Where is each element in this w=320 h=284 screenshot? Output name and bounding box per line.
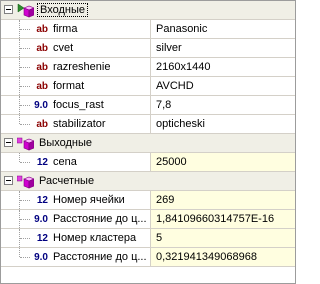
group-label: Расчетные (39, 175, 95, 187)
property-value[interactable]: Panasonic (151, 20, 295, 38)
property-row[interactable]: 12 Номер кластера 5 (1, 229, 295, 248)
property-name: Расстояние до ц... (53, 251, 147, 263)
type-str-icon: ab (36, 62, 48, 73)
property-value[interactable]: 2160x1440 (151, 58, 295, 76)
property-name: focus_rast (53, 99, 104, 111)
property-value[interactable]: AVCHD (151, 77, 295, 95)
type-int-icon: 12 (36, 195, 48, 206)
property-value[interactable]: 269 (151, 191, 295, 209)
group-label: Выходные (39, 137, 93, 149)
type-dbl-icon: 9.0 (34, 214, 48, 225)
property-name: format (53, 80, 85, 92)
property-value[interactable]: silver (151, 39, 295, 57)
property-inspector: Входные ab firma Panasonic ab cvet silver ab raz… (0, 0, 296, 284)
property-value[interactable]: 5 (151, 229, 295, 247)
tree-line (19, 153, 20, 162)
type-str-icon: ab (36, 81, 48, 92)
output-group-icon (16, 136, 35, 151)
input-group-icon (17, 3, 35, 18)
property-tree: Входные ab firma Panasonic ab cvet silver ab raz… (1, 1, 295, 267)
type-str-icon: ab (36, 43, 48, 54)
type-str-icon: ab (36, 119, 48, 130)
type-int-icon: 12 (36, 233, 48, 244)
property-name: cvet (53, 42, 74, 54)
collapse-toggle-icon[interactable] (4, 138, 13, 147)
group-row-1[interactable]: Выходные (1, 134, 295, 153)
property-name: Номер ячейки (53, 194, 125, 206)
group-row-0[interactable]: Входные (1, 1, 295, 20)
property-value[interactable]: opticheski (151, 115, 295, 133)
property-row[interactable]: ab stabilizator opticheski (1, 115, 295, 134)
collapse-toggle-icon[interactable] (4, 176, 13, 185)
property-row[interactable]: 12 cena 25000 (1, 153, 295, 172)
property-value[interactable]: 1,84109660314757E-16 (151, 210, 295, 228)
collapse-toggle-icon[interactable] (4, 5, 13, 14)
property-name: firma (53, 23, 78, 35)
property-row[interactable]: ab razreshenie 2160x1440 (1, 58, 295, 77)
property-name: Расстояние до ц... (53, 213, 147, 225)
property-row[interactable]: ab firma Panasonic (1, 20, 295, 39)
property-row[interactable]: ab cvet silver (1, 39, 295, 58)
property-row[interactable]: 12 Номер ячейки 269 (1, 191, 295, 210)
group-row-2[interactable]: Расчетные (1, 172, 295, 191)
property-value[interactable]: 7,8 (151, 96, 295, 114)
property-name: cena (53, 156, 77, 168)
property-value[interactable]: 0,321941349068968 (151, 248, 295, 266)
property-row[interactable]: 9.0 Расстояние до ц... 1,84109660314757E-1… (1, 210, 295, 229)
property-value[interactable]: 25000 (151, 153, 295, 171)
type-str-icon: ab (36, 24, 48, 35)
calculated-group-icon (16, 174, 35, 189)
property-name: razreshenie (53, 61, 111, 73)
tree-line (19, 248, 20, 257)
group-label: Входные (37, 3, 88, 17)
tree-line (19, 115, 20, 124)
type-int-icon: 12 (36, 157, 48, 168)
property-row[interactable]: 9.0 focus_rast 7,8 (1, 96, 295, 115)
property-row[interactable]: 9.0 Расстояние до ц... 0,321941349068968 (1, 248, 295, 267)
property-name: Номер кластера (53, 232, 137, 244)
property-row[interactable]: ab format AVCHD (1, 77, 295, 96)
type-dbl-icon: 9.0 (34, 252, 48, 263)
type-dbl-icon: 9.0 (34, 100, 48, 111)
property-name: stabilizator (53, 118, 106, 130)
